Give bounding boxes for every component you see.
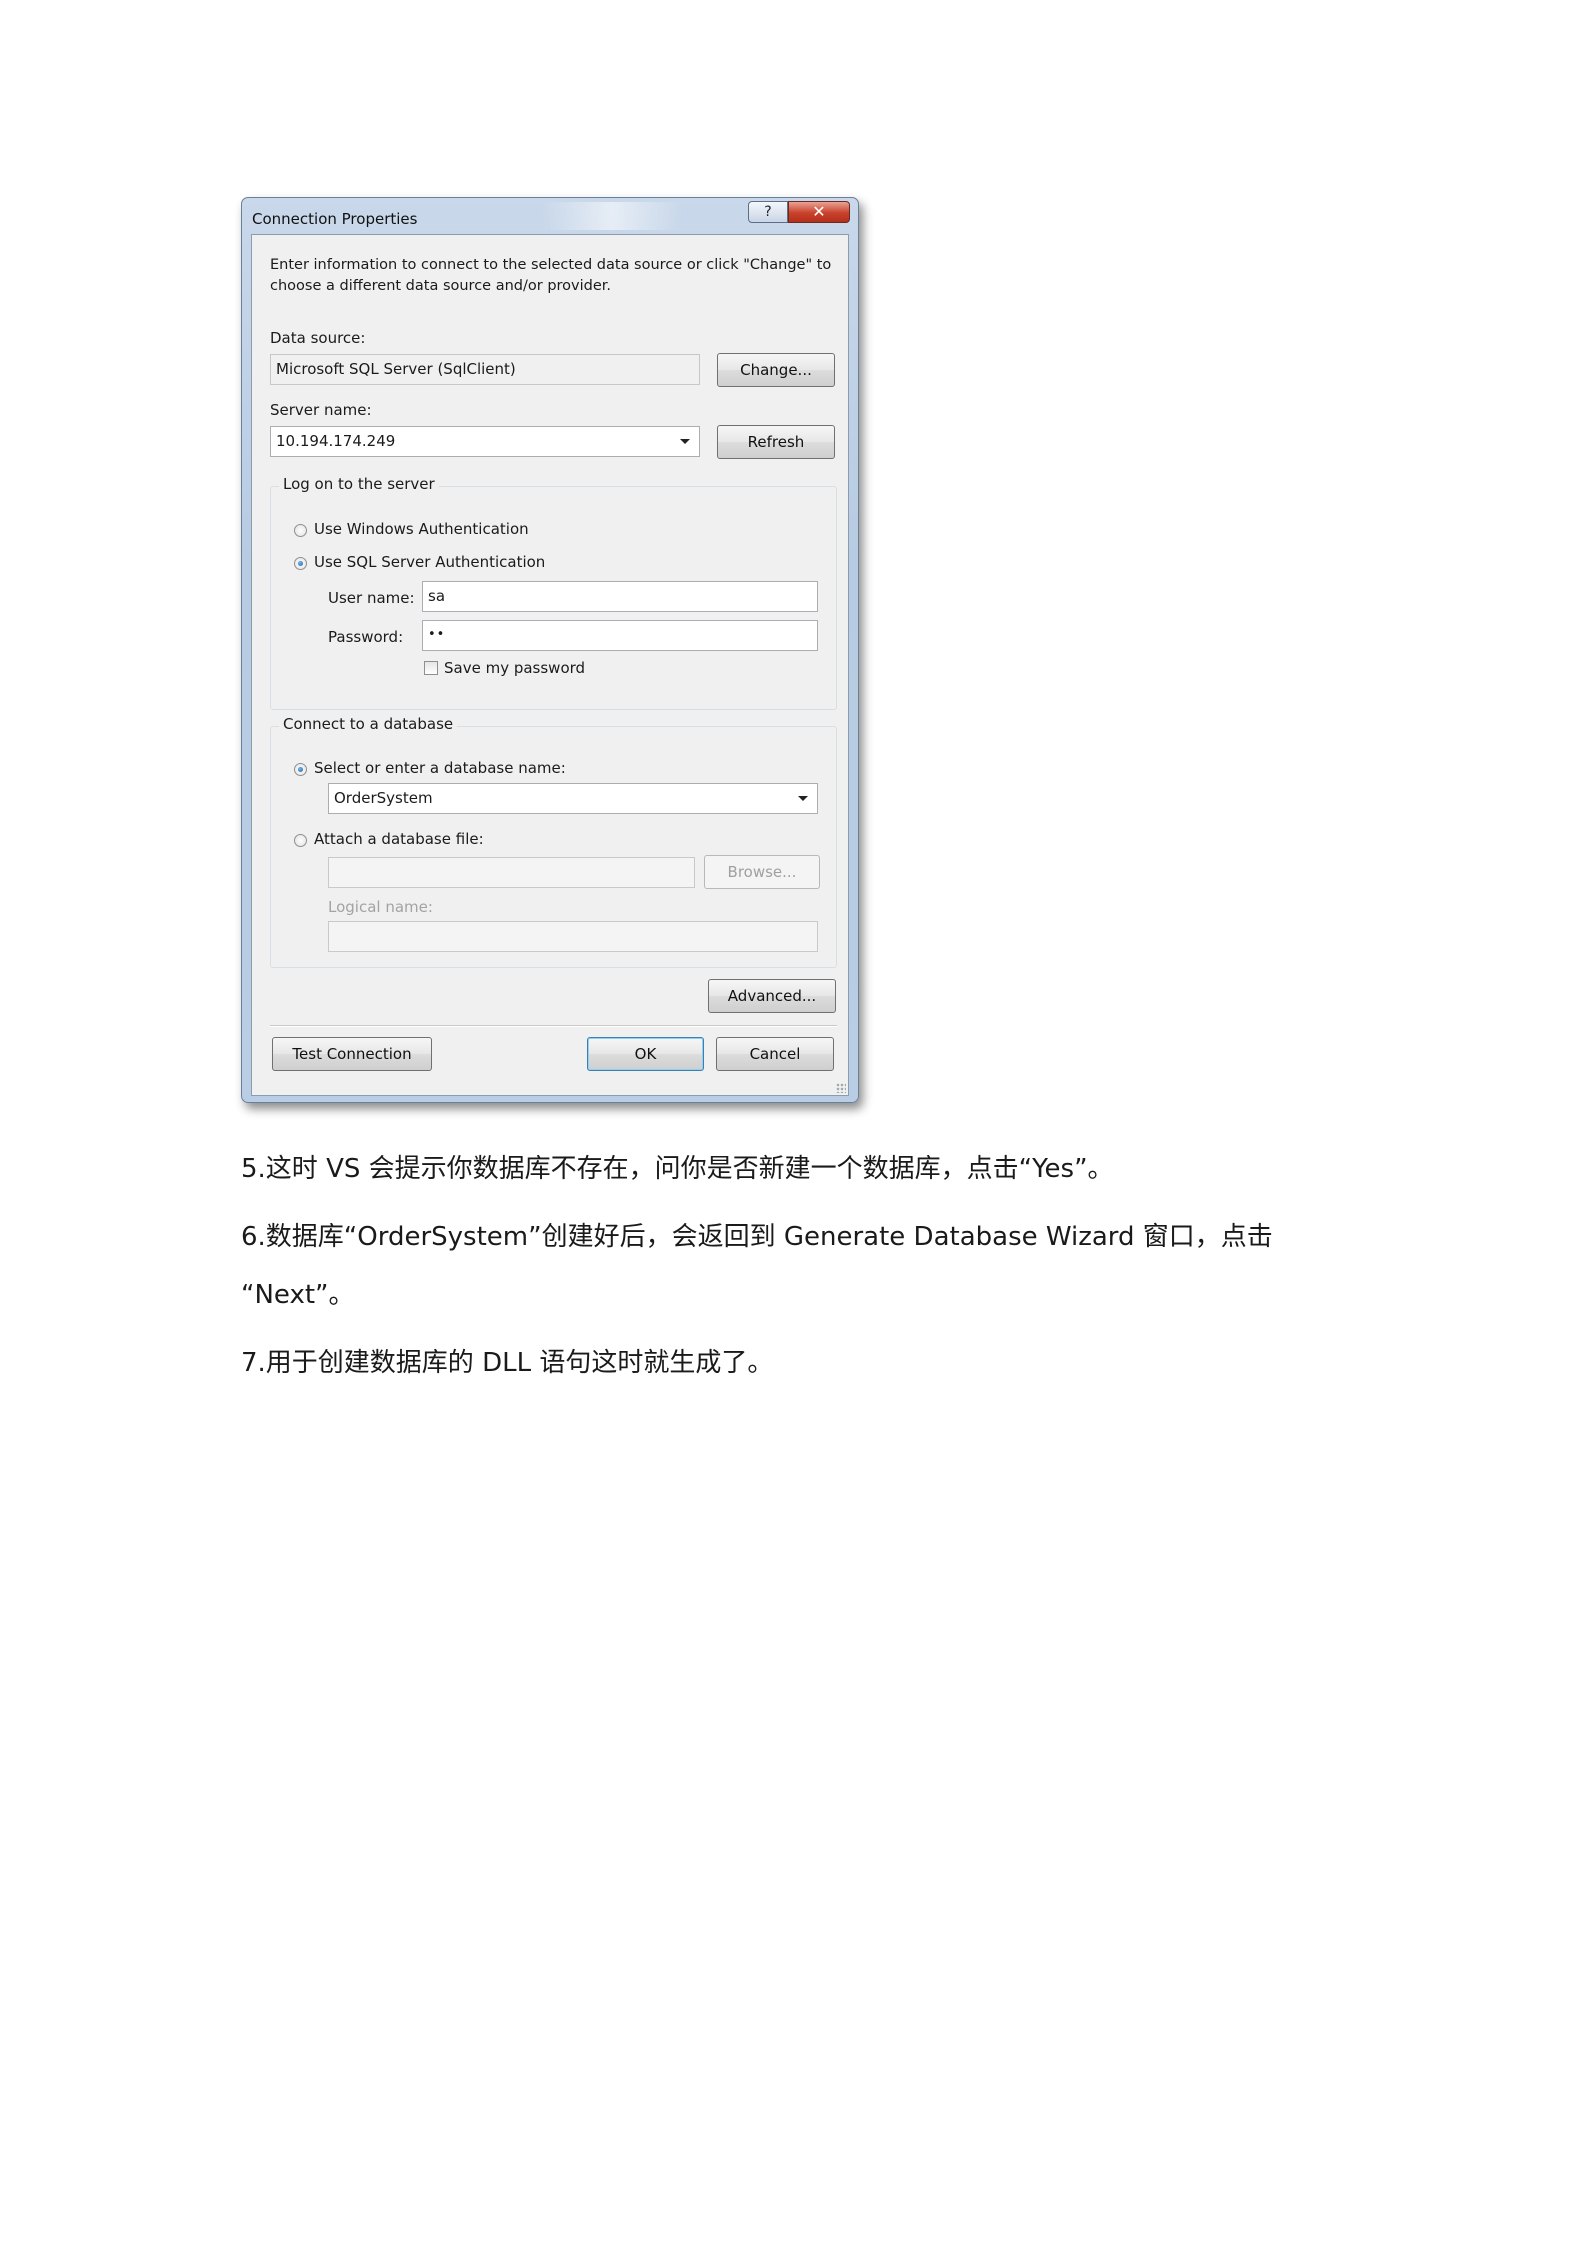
sql-auth-label[interactable]: Use SQL Server Authentication (314, 553, 545, 571)
dialog-client-area: Enter information to connect to the sele… (251, 234, 849, 1096)
step-7-paragraph: 7.用于创建数据库的 DLL 语句这时就生成了。 (241, 1348, 774, 1378)
cancel-button[interactable]: Cancel (716, 1037, 834, 1071)
user-name-input[interactable]: sa (422, 581, 818, 612)
title-bar: Connection Properties ? ✕ (242, 198, 858, 234)
windows-auth-radio[interactable] (294, 524, 307, 537)
logical-name-label: Logical name: (328, 898, 433, 916)
title-bar-glow (542, 202, 682, 230)
sql-auth-radio[interactable] (294, 557, 307, 570)
password-label: Password: (328, 628, 404, 646)
user-name-label: User name: (328, 589, 415, 607)
resize-grip-icon[interactable] (836, 1083, 846, 1093)
step-6-paragraph-line-2: “Next”。 (241, 1280, 355, 1310)
data-source-field: Microsoft SQL Server (SqlClient) (270, 354, 700, 385)
database-group-legend: Connect to a database (279, 715, 458, 733)
select-database-radio[interactable] (294, 763, 307, 776)
intro-text: Enter information to connect to the sele… (270, 257, 832, 294)
save-password-label[interactable]: Save my password (444, 659, 585, 677)
database-file-input[interactable] (328, 857, 695, 888)
test-connection-button[interactable]: Test Connection (272, 1037, 432, 1071)
data-source-label: Data source: (270, 329, 366, 347)
logical-name-input[interactable] (328, 921, 818, 952)
close-button[interactable]: ✕ (788, 201, 850, 223)
separator (270, 1025, 837, 1027)
select-database-label[interactable]: Select or enter a database name: (314, 759, 566, 777)
attach-database-label[interactable]: Attach a database file: (314, 830, 484, 848)
server-name-combo[interactable]: 10.194.174.249 (270, 426, 700, 457)
chevron-down-icon[interactable] (798, 796, 808, 801)
save-password-checkbox[interactable] (424, 661, 438, 675)
step-5-paragraph: 5.这时 VS 会提示你数据库不存在，问你是否新建一个数据库，点击“Yes”。 (241, 1154, 1114, 1184)
browse-button[interactable]: Browse... (704, 855, 820, 889)
connection-properties-dialog: Connection Properties ? ✕ Enter informat… (241, 197, 859, 1103)
ok-button[interactable]: OK (587, 1037, 704, 1071)
attach-database-radio[interactable] (294, 834, 307, 847)
password-input[interactable]: •• (422, 620, 818, 651)
database-name-combo[interactable]: OrderSystem (328, 783, 818, 814)
server-name-label: Server name: (270, 401, 372, 419)
logon-group-legend: Log on to the server (279, 475, 439, 493)
advanced-button[interactable]: Advanced... (708, 979, 836, 1013)
server-name-value: 10.194.174.249 (276, 432, 396, 450)
database-name-value: OrderSystem (334, 789, 433, 807)
help-button[interactable]: ? (748, 201, 788, 223)
dialog-title: Connection Properties (252, 210, 418, 228)
refresh-button[interactable]: Refresh (717, 425, 835, 459)
windows-auth-label[interactable]: Use Windows Authentication (314, 520, 529, 538)
step-6-paragraph-line-1: 6.数据库“OrderSystem”创建好后，会返回到 Generate Dat… (241, 1222, 1273, 1252)
change-button[interactable]: Change... (717, 353, 835, 387)
chevron-down-icon[interactable] (680, 439, 690, 444)
